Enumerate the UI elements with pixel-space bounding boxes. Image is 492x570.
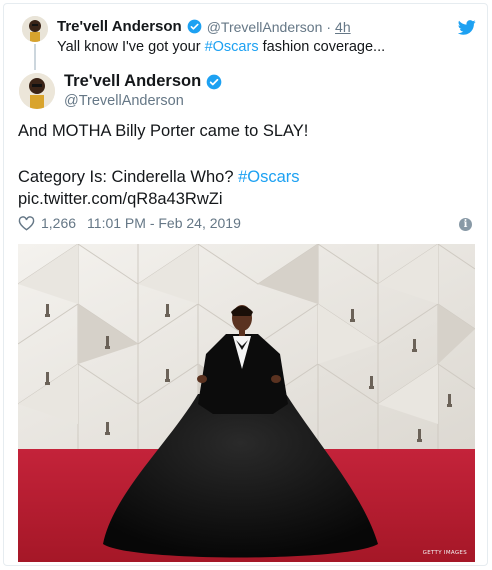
tweet-author-name[interactable]: Tre'vell Anderson [64, 72, 201, 91]
tweet-photo[interactable]: GETTY IMAGES [18, 244, 475, 562]
tweet-meta: 1,266 11:01 PM - Feb 24, 2019 [18, 215, 241, 231]
reply-text: Yall know I've got your #Oscars fashion … [57, 39, 385, 55]
verified-badge-icon [187, 19, 202, 34]
heart-icon[interactable] [18, 215, 35, 231]
info-icon[interactable]: i [459, 218, 472, 231]
avatar[interactable] [19, 73, 55, 109]
tweet-text-category: Category Is: Cinderella Who? [18, 168, 239, 186]
tweet-timestamp[interactable]: 11:01 PM - Feb 24, 2019 [87, 215, 241, 231]
tweet-text-line1: And MOTHA Billy Porter came to SLAY! [18, 122, 309, 140]
photo-credit: GETTY IMAGES [422, 550, 467, 556]
reply-author-handle[interactable]: @TrevellAnderson [207, 19, 323, 35]
like-count[interactable]: 1,266 [41, 215, 76, 231]
verified-badge-icon [206, 74, 222, 89]
reply-text-start: Yall know I've got your [57, 39, 205, 55]
hashtag-link[interactable]: #Oscars [238, 168, 299, 186]
reply-author-name[interactable]: Tre'vell Anderson [57, 18, 182, 35]
tweet-author: Tre'vell Anderson [64, 72, 222, 91]
separator-dot: · [326, 18, 332, 35]
thread-line [34, 44, 36, 70]
red-carpet-photo [18, 244, 475, 562]
reply-header: Tre'vell Anderson @TrevellAnderson · 4h [57, 18, 351, 35]
hashtag-link[interactable]: #Oscars [205, 39, 259, 55]
reply-text-end: fashion coverage... [258, 39, 386, 55]
tweet-author-handle[interactable]: @TrevellAnderson [64, 93, 184, 109]
reply-timestamp[interactable]: 4h [335, 19, 351, 35]
twitter-bird-icon[interactable] [458, 20, 476, 35]
pic-link[interactable]: pic.twitter.com/qR8a43RwZi [18, 190, 223, 209]
tweet-text-line2: Category Is: Cinderella Who? #Oscars [18, 168, 300, 187]
avatar[interactable] [22, 16, 48, 42]
